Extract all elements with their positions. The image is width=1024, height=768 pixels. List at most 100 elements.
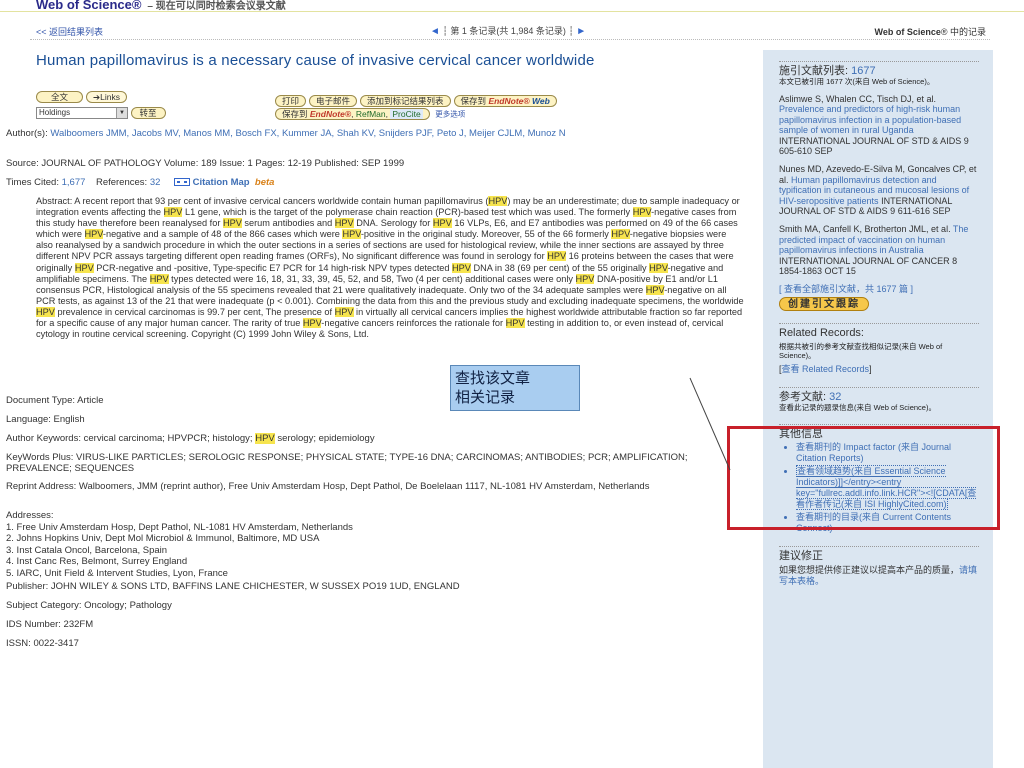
author-keywords: Author Keywords: cervical carcinoma; HPV… (6, 433, 375, 444)
document-type: Document Type: Article (6, 395, 104, 406)
goto-button[interactable]: 转至 (130, 107, 166, 119)
record-nav-bar: << 返回结果列表 ◄ ┆ 第 1 条记录(共 1,984 条记录) ┆ ► W… (30, 20, 990, 40)
references-label: 参考文献: (779, 390, 827, 403)
citing-article: Smith MA, Canfell K, Brotherton JML, et … (779, 224, 979, 276)
citing-article: Nunes MD, Azevedo-E-Silva M, Goncalves C… (779, 164, 979, 216)
links-button[interactable]: ➔Links (86, 91, 127, 103)
addresses-label: Addresses: (6, 510, 54, 521)
save-to-label: 保存到 (460, 96, 487, 106)
references-count[interactable]: 32 (829, 391, 841, 403)
source-brand: Web of Science (874, 27, 941, 37)
article-title: Human papillomavirus is a necessary caus… (36, 52, 595, 69)
citing-authors: Aslimwe S, Whalen CC, Tisch DJ, et al. (779, 94, 937, 104)
references-note: 查看此记录的题录信息(来自 Web of Science)。 (779, 402, 936, 412)
citing-source: INTERNATIONAL JOURNAL OF CANCER 8 1854-1… (779, 255, 958, 277)
references-link[interactable]: 32 (150, 177, 161, 188)
record-position: 第 1 条记录(共 1,984 条记录) (450, 26, 566, 36)
output-row-1: 打印 电子邮件 添加到标记结果列表 保存到 EndNote® Web (275, 95, 560, 107)
cited-by-header: 施引文献列表: 1677 (779, 61, 979, 77)
related-records-header: Related Records: (779, 322, 979, 339)
address-item: 4. Inst Canc Res, Belmont, Surrey Englan… (6, 556, 188, 567)
references-label: References: (95, 177, 148, 188)
citing-article: Aslimwe S, Whalen CC, Tisch DJ, et al. P… (779, 94, 979, 156)
prev-record-icon[interactable]: ◄ (430, 26, 440, 37)
citation-map-link[interactable]: Citation Map (193, 177, 250, 188)
suggest-header: 建议修正 (779, 545, 979, 562)
citing-source: INTERNATIONAL JOURNAL OF STD & AIDS 9 60… (779, 135, 969, 157)
publisher: Publisher: JOHN WILEY & SONS LTD, BAFFIN… (6, 581, 460, 592)
times-cited-link[interactable]: 1,677 (62, 177, 86, 188)
brand-tagline: – 现在可以同时检索会议录文献 (147, 1, 286, 12)
authors-label: Author(s): (6, 128, 48, 139)
issn: ISSN: 0022-3417 (6, 638, 79, 649)
address-item: 2. Johns Hopkins Univ, Dept Mol Microbio… (6, 533, 320, 544)
endnote-label: EndNote® (309, 109, 352, 119)
keyword-highlight: HPV (255, 433, 275, 444)
address-item: 3. Inst Catala Oncol, Barcelona, Spain (6, 544, 168, 556)
brand-name: Web of Science® (36, 0, 142, 12)
holdings-select[interactable]: Holdings ▼ (36, 107, 128, 119)
source-suffix: ® 中的记录 (940, 27, 986, 37)
chevron-down-icon: ▼ (116, 108, 127, 118)
ids-number: IDS Number: 232FM (6, 619, 94, 630)
holdings-value: Holdings (39, 108, 71, 117)
fulltext-links-row: 全文 ➔Links (36, 91, 130, 103)
citation-map-icon[interactable] (173, 178, 190, 187)
keywords-plus: KeyWords Plus: VIRUS-LIKE PARTICLES; SER… (6, 452, 688, 474)
view-related-records-link[interactable]: 查看 Related Records (782, 364, 870, 374)
top-bar: Web of Science® – 现在可以同时检索会议录文献 (0, 0, 1024, 12)
cited-by-count[interactable]: 1677 (851, 65, 875, 77)
email-button[interactable]: 电子邮件 (309, 95, 358, 107)
authors-line: Author(s): Walboomers JMM, Jacobs MV, Ma… (6, 128, 716, 139)
cited-by-label: 施引文献列表: (779, 65, 849, 77)
output-row-2: 保存到 EndNote®, RefMan, ProCite 更多选项 (275, 108, 465, 120)
record-source-label: Web of Science® 中的记录 (875, 25, 987, 38)
print-button[interactable]: 打印 (275, 95, 307, 107)
authors-links[interactable]: Walboomers JMM, Jacobs MV, Manos MM, Bos… (50, 128, 565, 139)
back-to-results-link[interactable]: << 返回结果列表 (36, 25, 103, 38)
endnote-label: EndNote® (488, 96, 530, 106)
author-keywords-text: Author Keywords: cervical carcinoma; HPV… (6, 433, 253, 444)
citing-title-link[interactable]: Prevalence and predictors of high-risk h… (779, 104, 961, 135)
suggest-body: 如果您想提供修正建议以提高本产品的质量， (779, 564, 960, 575)
record-main: Human papillomavirus is a necessary caus… (30, 46, 748, 71)
language: Language: English (6, 414, 85, 425)
suggest-text: 如果您想提供修正建议以提高本产品的质量，请填写本表格。 (779, 565, 979, 587)
callout-line-1: 查找该文章 (455, 370, 531, 387)
web-label: Web (532, 96, 550, 106)
author-keywords-rest: serology; epidemiology (277, 433, 375, 444)
save-to-label: 保存到 (282, 109, 308, 119)
links-label: Links (100, 92, 120, 102)
save-to-endnote-button[interactable]: 保存到 EndNote®, RefMan, ProCite (275, 108, 430, 120)
save-endnote-web-button[interactable]: 保存到 EndNote® Web (453, 95, 557, 107)
sidebar: 施引文献列表: 1677 本文已被引用 1677 次(来自 Web of Sci… (763, 50, 993, 768)
related-records-note: 根据共被引的参考文献查找相似记录(来自 Web of Science)。 (779, 341, 943, 360)
times-cited-line: Times Cited: 1,677 References: 32 Citati… (6, 177, 274, 188)
source-line: Source: JOURNAL OF PATHOLOGY Volume: 189… (6, 158, 405, 169)
create-citation-report-button[interactable]: 创建引文跟踪 (779, 296, 869, 311)
addresses: Addresses: 1. Free Univ Amsterdam Hosp, … (6, 510, 718, 579)
citing-authors: Smith MA, Canfell K, Brotherton JML, et … (779, 224, 951, 235)
related-records-highlight-box (727, 426, 1000, 530)
address-item: 5. IARC, Unit Field & Intervent Studies,… (6, 567, 228, 579)
cited-by-note: 本文已被引用 1677 次(来自 Web of Science)。 (779, 77, 935, 86)
holdings-row: Holdings ▼ 转至 (36, 107, 169, 119)
address-item: 1. Free Univ Amsterdam Hosp, Dept Pathol… (6, 521, 353, 533)
brand-logo[interactable]: Web of Science® – 现在可以同时检索会议录文献 (36, 0, 286, 12)
refman-label: RefMan (355, 109, 386, 119)
abstract: Abstract: A recent report that 93 per ce… (36, 196, 744, 340)
reprint-address: Reprint Address: Walboomers, JMM (reprin… (6, 481, 650, 492)
beta-badge: beta (254, 177, 275, 188)
callout-annotation: 查找该文章 相关记录 (450, 365, 580, 411)
next-record-icon[interactable]: ► (576, 26, 586, 37)
record-pager: ◄ ┆ 第 1 条记录(共 1,984 条记录) ┆ ► (430, 26, 587, 37)
times-cited-label: Times Cited: (6, 177, 59, 188)
callout-line-2: 相关记录 (455, 389, 516, 406)
more-options-link[interactable]: 更多选项 (435, 109, 465, 118)
procite-label: ProCite (390, 109, 423, 119)
add-to-marked-button[interactable]: 添加到标记结果列表 (360, 95, 451, 107)
subject-category: Subject Category: Oncology; Pathology (6, 600, 172, 611)
references-header: 参考文献: 32 (779, 386, 979, 403)
fulltext-button[interactable]: 全文 (36, 91, 84, 103)
view-all-citing-link[interactable]: [ 查看全部施引文献，共 1677 篇 ] (779, 284, 979, 295)
